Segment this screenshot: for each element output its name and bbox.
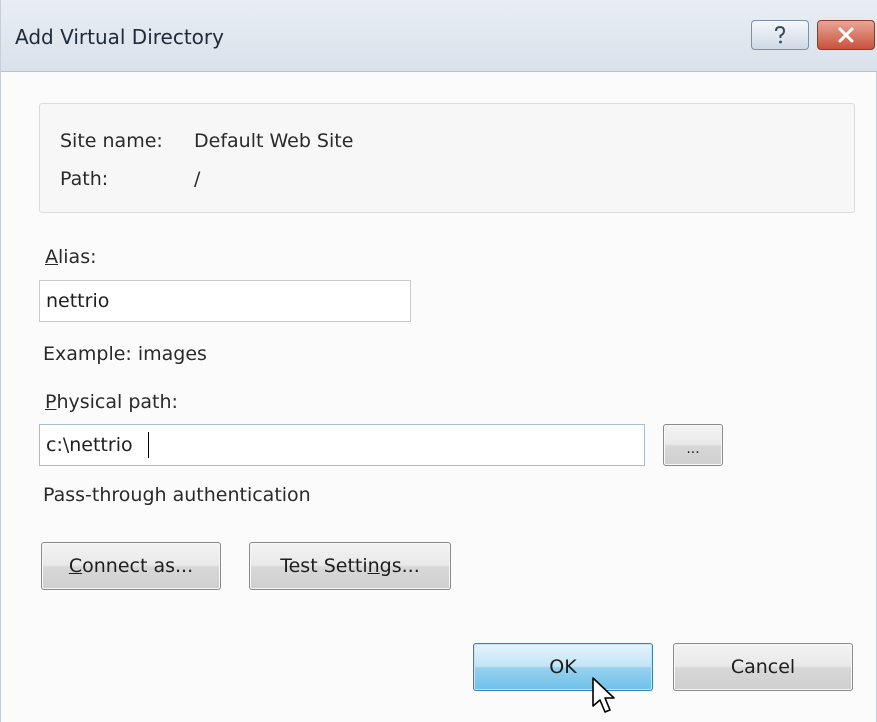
ok-button[interactable]: OK [473,643,653,691]
physical-path-label: Physical path: [45,391,178,413]
browse-button[interactable]: ... [663,424,723,466]
alias-input[interactable] [39,280,411,322]
help-button[interactable] [751,20,809,50]
connect-as-label: onnect as... [82,555,194,577]
alias-example-text: Example: images [43,343,207,365]
close-button[interactable] [817,20,875,50]
test-settings-label-end: gs... [379,555,420,577]
site-name-value: Default Web Site [194,130,354,152]
arrow-cursor-icon [591,676,621,720]
test-settings-button[interactable]: Test Setti n gs... [249,542,451,590]
text-caret [148,432,149,458]
alias-label: Alias: [45,246,97,268]
path-label: Path: [60,168,109,190]
help-icon [772,25,788,45]
close-icon [837,27,855,43]
test-settings-mnemonic: n [367,555,380,577]
cancel-button[interactable]: Cancel [673,643,853,691]
test-settings-label-start: Test Setti [280,555,368,577]
title-bar: Add Virtual Directory [1,0,877,72]
site-name-label: Site name: [60,130,163,152]
add-virtual-directory-dialog: Add Virtual Directory Site name: Default… [0,0,877,722]
connect-as-mnemonic: C [68,555,83,577]
physical-path-input[interactable] [39,424,645,466]
auth-text: Pass-through authentication [43,484,311,506]
path-value: / [194,168,201,190]
connect-as-button[interactable]: Connect as... [41,542,221,590]
site-info-panel: Site name: Default Web Site Path: / [39,103,855,213]
dialog-title: Add Virtual Directory [15,25,224,49]
